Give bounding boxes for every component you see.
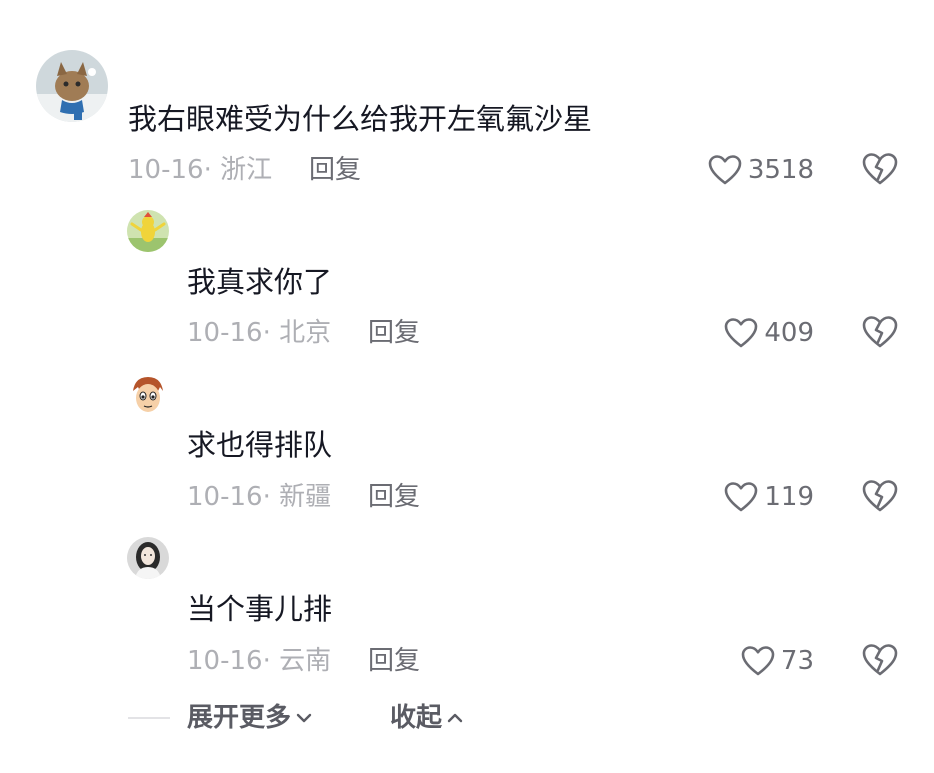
comment-location: 新疆 — [279, 482, 332, 512]
comment-date: 10-16 — [187, 646, 263, 676]
dislike-button[interactable] — [862, 479, 898, 515]
like-count: 409 — [764, 318, 814, 348]
comment-text: 求也得排队 — [187, 428, 333, 462]
meta-separator: · — [262, 318, 280, 348]
like-button[interactable]: 119 — [724, 479, 814, 515]
heart-outline-icon — [725, 482, 758, 512]
comment-text: 我右眼难受为什么给我开左氧氟沙星 — [128, 102, 593, 136]
collapse-label: 收起 — [390, 703, 443, 733]
like-button[interactable]: 73 — [741, 643, 814, 679]
comment-location: 云南 — [279, 646, 332, 676]
avatar[interactable] — [127, 537, 169, 579]
cat-with-scarf-avatar — [36, 50, 108, 122]
comment-meta: 10-16· 云南 — [187, 645, 331, 677]
meta-separator: · — [262, 482, 280, 512]
chevron-down-icon — [296, 713, 312, 723]
comment-meta: 10-16· 浙江 — [128, 154, 272, 186]
reply-button[interactable]: 回复 — [368, 645, 420, 677]
like-button[interactable]: 409 — [724, 315, 814, 351]
comment-date: 10-16 — [128, 155, 204, 185]
like-button[interactable]: 3518 — [708, 152, 814, 188]
avatar[interactable] — [127, 210, 169, 252]
collapse-button[interactable]: 收起 — [390, 700, 464, 736]
expand-more-label: 展开更多 — [187, 703, 292, 733]
cartoon-face-avatar — [127, 373, 169, 415]
meta-separator: · — [262, 646, 280, 676]
broken-heart-icon — [862, 153, 898, 185]
comment-meta: 10-16· 新疆 — [187, 481, 331, 513]
avatar[interactable] — [127, 373, 169, 415]
broken-heart-icon — [862, 480, 898, 512]
comment-meta: 10-16· 北京 — [187, 317, 331, 349]
yellow-cartoon-avatar — [127, 210, 169, 252]
heart-outline-icon — [708, 155, 742, 185]
broken-heart-icon — [862, 316, 898, 348]
reply-button[interactable]: 回复 — [368, 481, 420, 513]
reply-button[interactable]: 回复 — [368, 317, 420, 349]
expand-more-button[interactable]: 展开更多 — [187, 700, 313, 736]
broken-heart-icon — [862, 644, 898, 676]
comment-location: 浙江 — [220, 155, 273, 185]
portrait-photo-avatar — [127, 537, 169, 579]
dislike-button[interactable] — [862, 152, 898, 188]
dislike-button[interactable] — [862, 315, 898, 351]
reply-button[interactable]: 回复 — [309, 154, 361, 186]
chevron-up-icon — [447, 713, 463, 723]
heart-outline-icon — [741, 646, 775, 676]
dislike-button[interactable] — [862, 643, 898, 679]
comment-date: 10-16 — [187, 482, 263, 512]
like-count: 119 — [764, 482, 814, 512]
replies-footer: 展开更多 收起 — [0, 700, 934, 736]
like-count: 73 — [780, 646, 814, 676]
comment-location: 北京 — [279, 318, 332, 348]
comment-text: 我真求你了 — [187, 265, 333, 299]
avatar[interactable] — [36, 50, 108, 122]
comment-date: 10-16 — [187, 318, 263, 348]
footer-divider — [128, 717, 170, 719]
comment-text: 当个事儿排 — [187, 592, 333, 626]
heart-outline-icon — [725, 318, 758, 348]
meta-separator: · — [203, 155, 221, 185]
like-count: 3518 — [747, 155, 814, 185]
